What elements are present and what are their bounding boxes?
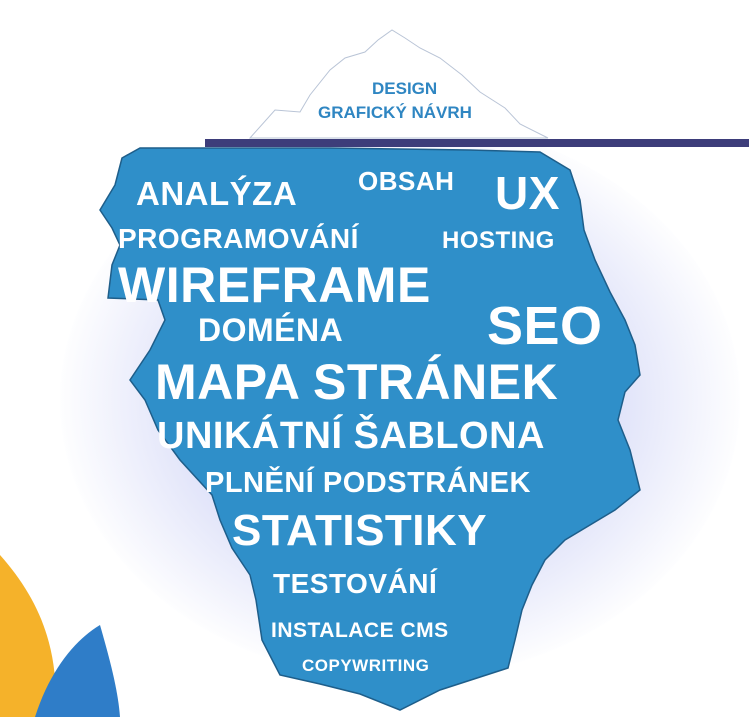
iceberg-infographic: DESIGN GRAFICKÝ NÁVRH ANALÝZA OBSAH UX P… [0,0,749,717]
word-analyza: ANALÝZA [136,175,298,212]
word-ux: UX [495,167,560,219]
tip-label-design: DESIGN [372,79,438,98]
word-testovani: TESTOVÁNÍ [273,568,438,599]
word-obsah: OBSAH [358,166,455,196]
word-hosting: HOSTING [442,227,555,254]
word-seo: SEO [487,296,603,356]
word-programovani: PROGRAMOVÁNÍ [118,223,359,254]
word-unikatni-sablona: UNIKÁTNÍ ŠABLONA [157,415,545,457]
waterline [205,139,749,147]
word-mapa-stranek: MAPA STRÁNEK [155,354,559,410]
word-domena: DOMÉNA [198,312,344,348]
tip-label-graficky-navrh: GRAFICKÝ NÁVRH [318,103,472,122]
word-plneni-podstranek: PLNĚNÍ PODSTRÁNEK [205,467,531,499]
word-statistiky: STATISTIKY [232,506,488,555]
word-wireframe: WIREFRAME [118,257,431,313]
word-copywriting: COPYWRITING [302,656,430,675]
word-instalace-cms: INSTALACE CMS [271,619,449,642]
